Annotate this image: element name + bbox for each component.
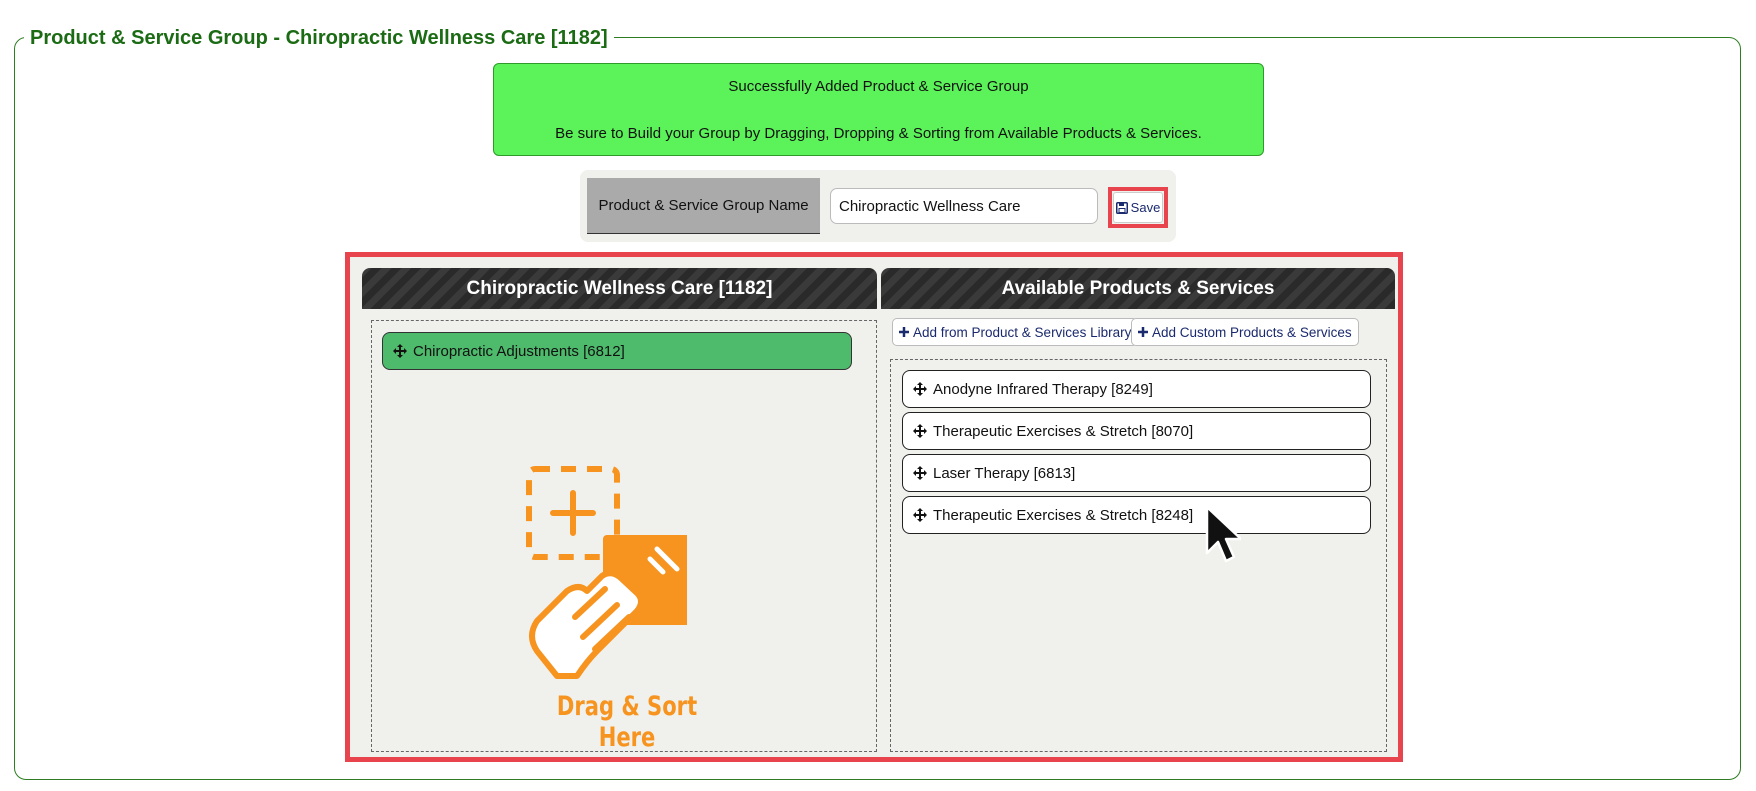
group-item-label: Chiropractic Adjustments [6812] bbox=[413, 342, 625, 360]
available-item-label: Therapeutic Exercises & Stretch [8070] bbox=[933, 422, 1194, 440]
available-item[interactable]: Therapeutic Exercises & Stretch [8070] bbox=[902, 412, 1371, 450]
add-from-library-button[interactable]: Add from Product & Services Library bbox=[892, 318, 1139, 346]
drag-sort-hint: Drag & Sort Here bbox=[556, 691, 698, 753]
save-icon bbox=[1115, 201, 1128, 214]
add-from-library-label: Add from Product & Services Library bbox=[913, 324, 1132, 340]
available-drop-zone[interactable]: Anodyne Infrared Therapy [8249] Therapeu… bbox=[890, 359, 1387, 752]
group-column-header: Chiropractic Wellness Care [1182] bbox=[362, 268, 877, 309]
available-column-header: Available Products & Services bbox=[881, 268, 1395, 309]
available-item[interactable]: Therapeutic Exercises & Stretch [8248] bbox=[902, 496, 1371, 534]
group-name-label: Product & Service Group Name bbox=[587, 178, 820, 234]
save-button[interactable]: Save bbox=[1113, 192, 1163, 223]
save-label: Save bbox=[1130, 200, 1161, 215]
group-item[interactable]: Chiropractic Adjustments [6812] bbox=[382, 332, 852, 370]
group-drop-zone[interactable]: Chiropractic Adjustments [6812] Drag & S… bbox=[371, 320, 877, 753]
available-item[interactable]: Laser Therapy [6813] bbox=[902, 454, 1371, 492]
plus-icon bbox=[899, 327, 909, 337]
available-item-label: Laser Therapy [6813] bbox=[933, 464, 1076, 482]
drag-drop-illustration bbox=[526, 466, 687, 679]
group-name-input[interactable] bbox=[830, 188, 1098, 224]
add-custom-button[interactable]: Add Custom Products & Services bbox=[1131, 318, 1359, 346]
group-name-row: Product & Service Group Name Save bbox=[580, 170, 1176, 242]
move-icon bbox=[913, 466, 927, 480]
mouse-cursor bbox=[1205, 505, 1241, 563]
move-icon bbox=[913, 424, 927, 438]
available-item[interactable]: Anodyne Infrared Therapy [8249] bbox=[902, 370, 1371, 408]
move-icon bbox=[393, 344, 407, 358]
move-icon bbox=[913, 382, 927, 396]
available-item-label: Anodyne Infrared Therapy [8249] bbox=[933, 380, 1153, 398]
page-title: Product & Service Group - Chiropractic W… bbox=[24, 24, 614, 52]
success-alert: Successfully Added Product & Service Gro… bbox=[493, 63, 1264, 156]
move-icon bbox=[913, 508, 927, 522]
plus-icon bbox=[1138, 327, 1148, 337]
available-item-label: Therapeutic Exercises & Stretch [8248] bbox=[933, 506, 1194, 524]
add-custom-label: Add Custom Products & Services bbox=[1152, 324, 1352, 340]
alert-instructions: Be sure to Build your Group by Dragging,… bbox=[555, 125, 1202, 142]
alert-message: Successfully Added Product & Service Gro… bbox=[728, 78, 1029, 95]
drag-drop-board: Chiropractic Wellness Care [1182] Availa… bbox=[345, 252, 1403, 762]
